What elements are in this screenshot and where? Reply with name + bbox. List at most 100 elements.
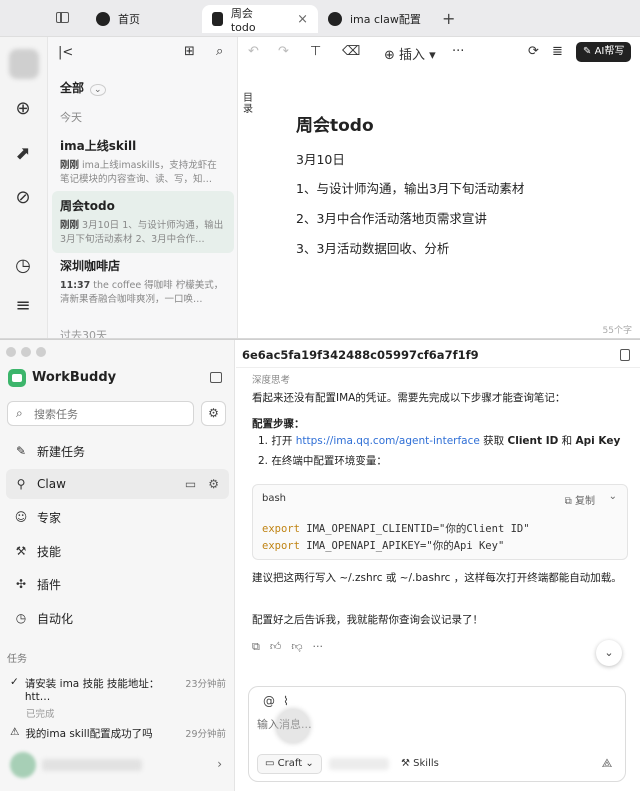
- avatar[interactable]: [9, 49, 39, 79]
- mode-selector[interactable]: ▭ Craft ⌄: [257, 754, 322, 774]
- doc-line[interactable]: 2、3月中合作活动落地页需求宣讲: [296, 208, 487, 227]
- task-item[interactable]: ⚠ 我的ima skill配置成功了吗 29分钟前: [10, 726, 226, 741]
- steps-title: 配置步骤：: [252, 418, 305, 430]
- ai-write-button[interactable]: ✎ AI帮写: [576, 42, 632, 62]
- code-line[interactable]: export IMA_OPENAPI_CLIENTID="你的Client ID…: [262, 521, 530, 536]
- nav-new-task[interactable]: ✎ 新建任务: [6, 436, 229, 466]
- user-profile[interactable]: ›: [10, 752, 226, 778]
- task-time: 23分钟前: [185, 679, 226, 690]
- code-text: IMA_OPENAPI_APIKEY="你的Api Key": [299, 540, 505, 552]
- nav-label: 自动化: [37, 611, 74, 626]
- note-editor: ⊞ ⌕ ↶ ↷ ⊤ ⌫ ⊕ 插入 ▾ ··· ⟳ ≣ ✎ AI帮写 目录 周会t…: [184, 37, 640, 338]
- code-line[interactable]: export IMA_OPENAPI_APIKEY="你的Api Key": [262, 538, 504, 553]
- conversation-id: 6e6ac5fa19f342488c05997cf6a7f1f9: [242, 348, 479, 362]
- nav-plugins[interactable]: ✣ 插件: [6, 569, 229, 599]
- ima-logo-icon: [328, 12, 342, 26]
- outline-icon[interactable]: ≣: [552, 44, 563, 59]
- history-icon[interactable]: ◷: [12, 255, 34, 277]
- window-minimize-button[interactable]: [21, 347, 31, 357]
- code-keyword: export: [262, 523, 300, 535]
- clock-icon: ◷: [15, 611, 27, 625]
- more-icon[interactable]: ···: [313, 640, 324, 654]
- warning-icon: ⚠: [10, 726, 20, 738]
- note-item-selected[interactable]: 周会todo 刚刚 3月10日 1、与设计师沟通，输出3月下旬活动素材 2、3月…: [52, 191, 234, 253]
- message-input[interactable]: [257, 713, 617, 735]
- insert-button[interactable]: ⊕ 插入 ▾: [384, 44, 436, 63]
- new-note-icon[interactable]: ⊞: [184, 44, 195, 59]
- document-title[interactable]: 周会todo: [296, 111, 374, 136]
- copy-code-button[interactable]: ⧉ 复制: [565, 492, 595, 507]
- note-title: ima上线skill: [60, 139, 137, 153]
- tab-ima-claw-config[interactable]: ima claw配置: [318, 5, 431, 33]
- doc-line[interactable]: 1、与设计师沟通，输出3月下旬活动素材: [296, 178, 524, 197]
- mention-icon[interactable]: @: [263, 694, 275, 708]
- eraser-icon[interactable]: ⌫: [342, 44, 360, 59]
- undo-icon[interactable]: ↶: [248, 44, 259, 59]
- scroll-down-button[interactable]: ⌄: [596, 640, 622, 666]
- group-label-past-30-days: 过去30天: [60, 329, 107, 338]
- sidebar-toggle-icon[interactable]: [56, 12, 69, 23]
- tab-home[interactable]: 首页: [86, 5, 150, 33]
- thumbs-down-icon[interactable]: 👎︎: [291, 640, 302, 654]
- sidebar-toggle-icon[interactable]: [210, 372, 222, 383]
- gear-icon[interactable]: ⚙: [208, 477, 219, 491]
- code-keyword: export: [262, 540, 300, 552]
- chevron-down-icon[interactable]: ⌄: [609, 491, 617, 502]
- client-id-term: Client ID: [507, 435, 559, 447]
- note-item[interactable]: 深圳咖啡店 11:37 the coffee 得咖啡 柠檬美式，清新果香融合咖啡…: [52, 251, 234, 313]
- doc-line[interactable]: 3月10日: [296, 149, 345, 168]
- menu-icon[interactable]: ≡: [12, 295, 34, 317]
- note-snippet: 刚刚 3月10日 1、与设计师沟通，输出3月下旬活动素材 2、3月中合作…: [60, 219, 226, 247]
- thumbs-up-icon[interactable]: 👍︎: [270, 640, 282, 654]
- nav-skills[interactable]: ⚒ 技能: [6, 536, 229, 566]
- search-icon[interactable]: ⌕: [216, 44, 223, 59]
- ima-notes-window: 首页 周会todo × ima claw配置 + ⊕ ⬈ ⊘ ◷ ≡ |< 全部…: [0, 0, 640, 338]
- ima-agent-link[interactable]: https://ima.qq.com/agent-interface: [296, 435, 480, 447]
- nav-claw[interactable]: ⚲ Claw ▭ ⚙: [6, 469, 229, 499]
- api-key-term: Api Key: [575, 435, 621, 447]
- pointer-cursor: [276, 709, 310, 743]
- skills-label: Skills: [413, 758, 439, 769]
- new-tab-icon[interactable]: +: [442, 9, 455, 28]
- task-search-input[interactable]: [34, 405, 184, 423]
- workbuddy-sidebar: WorkBuddy ⌕ ⚙ ✎ 新建任务 ⚲ Claw ▭ ⚙ ☺ 专家 ⚒ 技…: [0, 340, 235, 791]
- attach-icon[interactable]: ⌇: [283, 694, 289, 708]
- task-item[interactable]: ✓ 请安装 ima 技能 技能地址：htt… 23分钟前 已完成: [10, 676, 226, 720]
- task-search[interactable]: ⌕: [7, 401, 194, 426]
- conversation-panel: 6e6ac5fa19f342488c05997cf6a7f1f9 深度思考 看起…: [236, 340, 640, 791]
- note-item[interactable]: ima上线skill 刚刚 ima上线imaskills，支持龙虾在笔记模块的内…: [52, 131, 234, 193]
- deep-thinking-label[interactable]: 深度思考: [252, 372, 290, 386]
- tab-label: 首页: [118, 13, 140, 26]
- task-row: ⚠ 我的ima skill配置成功了吗 29分钟前: [10, 726, 226, 741]
- share-icon[interactable]: ⟳: [528, 44, 539, 59]
- editor-toolbar: ⊞ ⌕ ↶ ↷ ⊤ ⌫ ⊕ 插入 ▾ ··· ⟳ ≣ ✎ AI帮写: [184, 37, 640, 67]
- window-zoom-button[interactable]: [36, 347, 46, 357]
- nav-experts[interactable]: ☺ 专家: [6, 502, 229, 532]
- filter-settings-icon[interactable]: ⚙: [201, 401, 226, 426]
- toc-toggle[interactable]: 目录: [243, 93, 255, 115]
- send-icon[interactable]: ⟁: [597, 753, 617, 773]
- left-rail: ⊕ ⬈ ⊘ ◷ ≡: [0, 37, 48, 338]
- copy-icon[interactable]: ⧉: [252, 640, 260, 654]
- note-time: 刚刚: [60, 220, 80, 231]
- close-tab-icon[interactable]: ×: [297, 12, 308, 27]
- trend-icon[interactable]: ⬈: [12, 143, 34, 165]
- redo-icon[interactable]: ↷: [278, 44, 289, 59]
- collapse-list-icon[interactable]: |<: [58, 45, 73, 60]
- doc-line[interactable]: 3、3月活动数据回收、分析: [296, 238, 449, 257]
- model-selector-blurred[interactable]: [329, 758, 389, 770]
- tab-weekly-todo[interactable]: 周会todo ×: [202, 5, 318, 34]
- nav-label: 新建任务: [37, 444, 86, 459]
- tab-label: 周会todo: [230, 6, 256, 34]
- more-icon[interactable]: ···: [452, 44, 464, 59]
- compass-icon[interactable]: ⊘: [12, 187, 34, 209]
- document-icon[interactable]: [620, 349, 630, 361]
- group-label-today: 今天: [60, 111, 82, 124]
- note-filter-dropdown[interactable]: 全部 ⌄: [60, 79, 106, 96]
- folder-icon[interactable]: ▭: [185, 477, 196, 491]
- window-close-button[interactable]: [6, 347, 16, 357]
- ai-spark-icon[interactable]: ⊕: [12, 98, 34, 120]
- skills-button[interactable]: ⚒ Skills: [395, 754, 445, 774]
- format-painter-icon[interactable]: ⊤: [310, 44, 321, 59]
- nav-automation[interactable]: ◷ 自动化: [6, 603, 229, 633]
